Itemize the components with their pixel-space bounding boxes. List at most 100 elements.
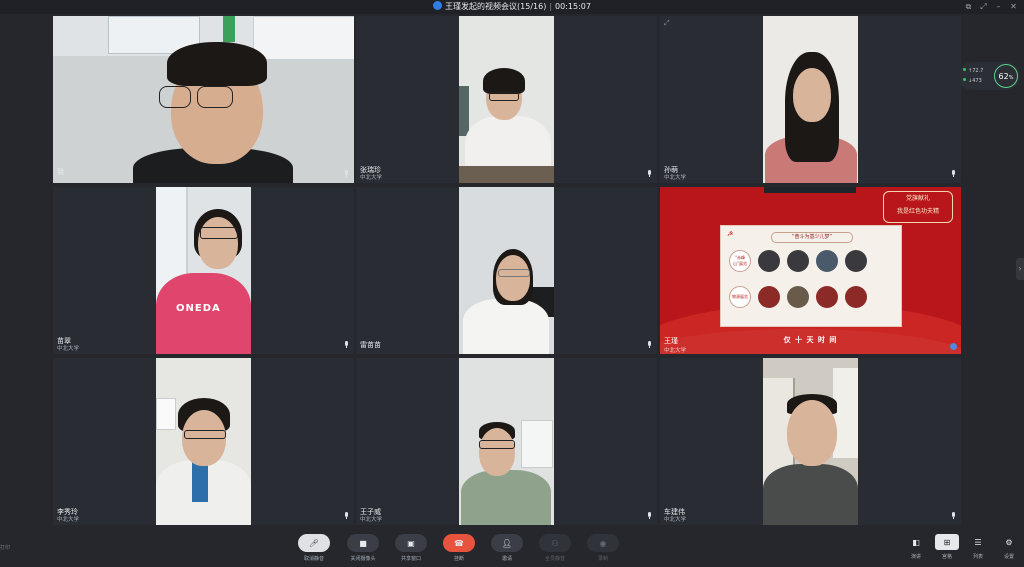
- mic-icon: [647, 512, 652, 519]
- download-speed-value: 473: [972, 78, 982, 84]
- participant-org: 中北大学: [360, 175, 383, 181]
- video-tile-self[interactable]: 我: [53, 16, 354, 183]
- window-controls: ⧉ ⤢ – ✕: [964, 2, 1018, 11]
- chevron-right-icon: ›: [1018, 264, 1022, 273]
- participant-org: 中北大学: [664, 517, 687, 523]
- unmute-label: 取消静音: [303, 556, 324, 562]
- gear-icon: ⚙: [1005, 537, 1013, 547]
- hangup-icon: ☎: [454, 538, 464, 548]
- meeting-timer: 00:15:07: [555, 2, 591, 11]
- camera-off-button[interactable]: ■ 关闭摄像头: [345, 534, 381, 562]
- speaker-view-button[interactable]: ◧ 演讲: [903, 534, 929, 561]
- share-toolbar[interactable]: [764, 187, 856, 193]
- sharing-indicator-icon: [950, 343, 957, 350]
- participant-name: 孙萌: [664, 166, 678, 174]
- party-emblem-icon: ☭: [727, 230, 734, 238]
- slide-title: “奋斗为基少儿梦”: [771, 232, 853, 243]
- video-tile-miaocui[interactable]: ONEDA 苗翠 中北大学: [53, 187, 354, 354]
- photo-thumbnail: [787, 286, 809, 308]
- banner: 党旗献礼 我是红色功夫精: [883, 191, 953, 223]
- list-view-icon: ☰: [974, 537, 982, 547]
- mic-icon: [344, 512, 349, 519]
- unmute-button[interactable]: 🎤︎ 取消静音: [296, 534, 332, 562]
- close-icon[interactable]: ✕: [1009, 2, 1018, 11]
- participant-org: 中北大学: [360, 517, 383, 523]
- download-speed: ↓473: [963, 78, 982, 84]
- slide-row-1: “赤峰山”展览: [729, 250, 867, 272]
- mic-icon: [344, 170, 349, 177]
- photo-thumbnail: [758, 250, 780, 272]
- participant-org: 中北大学: [57, 346, 80, 352]
- video-tile-wangziwei[interactable]: 王子威 中北大学: [356, 358, 657, 525]
- participant-org: 中北大学: [664, 175, 687, 181]
- participant-name: 我: [57, 168, 64, 176]
- video-feed: [459, 187, 554, 354]
- expand-icon[interactable]: ⤢: [664, 19, 670, 28]
- meeting-toolbar: 🎤︎ 取消静音 ■ 关闭摄像头 ▣ 共享窗口 ☎ 挂断 👤︎ 邀请 ⚇ 全员静音…: [0, 527, 1024, 567]
- participant-org: 中北大学: [664, 348, 687, 354]
- presentation-slide: ☭ “奋斗为基少儿梦” “赤峰山”展览 物源展览: [720, 225, 902, 327]
- mute-all-icon: ⚇: [551, 538, 559, 548]
- record-label: 录制: [597, 556, 608, 562]
- hangup-label: 挂断: [453, 556, 464, 562]
- photo-thumbnail: [845, 250, 867, 272]
- video-feed: [459, 358, 554, 525]
- participant-org: 中北大学: [57, 517, 80, 523]
- video-feed: [763, 358, 858, 525]
- video-feed: [459, 16, 554, 183]
- grid-view-button[interactable]: ⊞ 宫格: [934, 534, 960, 560]
- meeting-title-text: 王瑾发起的视频会议(15/16): [445, 2, 547, 11]
- invite-button[interactable]: 👤︎ 邀请: [489, 534, 525, 562]
- video-tile-leimiaomiao[interactable]: 雷苗苗: [356, 187, 657, 354]
- camera-icon: ■: [359, 538, 367, 548]
- mic-icon: [344, 341, 349, 348]
- minimize-icon[interactable]: –: [994, 2, 1003, 11]
- shared-screen-tile[interactable]: 党旗献礼 我是红色功夫精 ☭ “奋斗为基少儿梦” “赤峰山”展览 物源展览 仅 …: [660, 187, 961, 354]
- list-view-button[interactable]: ☰ 列表: [965, 534, 991, 561]
- video-tile-zhangruizhen[interactable]: 张瑞珍 中北大学: [356, 16, 657, 183]
- video-feed: [156, 358, 251, 525]
- mic-icon: 🎤︎: [308, 538, 320, 548]
- shield-icon: [433, 1, 443, 10]
- settings-button[interactable]: ⚙ 设置: [996, 534, 1022, 561]
- participant-name: 张瑞珍: [360, 166, 381, 174]
- photo-thumbnail: [758, 286, 780, 308]
- mute-all-button[interactable]: ⚇ 全员静音: [537, 534, 573, 562]
- record-icon: ◉: [599, 538, 607, 548]
- upload-speed: ↑72.7: [963, 68, 983, 74]
- side-panel-toggle[interactable]: ›: [1016, 258, 1024, 280]
- slide-row-2: 物源展览: [729, 286, 867, 308]
- mic-icon: [647, 341, 652, 348]
- speaker-view-label: 演讲: [910, 554, 921, 560]
- network-status[interactable]: ↑72.7 ↓473 62%: [958, 62, 1020, 90]
- network-quality-unit: %: [1008, 75, 1014, 81]
- participant-name: 雷苗苗: [360, 341, 381, 349]
- video-tile-sunmeng[interactable]: ⤢ 孙萌 中北大学: [660, 16, 961, 183]
- upload-arrow-icon: [963, 68, 966, 71]
- share-window-button[interactable]: ▣ 共享窗口: [393, 534, 429, 562]
- download-arrow-icon: [963, 78, 966, 81]
- mic-icon: [951, 170, 956, 177]
- share-window-label: 共享窗口: [400, 556, 421, 562]
- photo-thumbnail: [845, 286, 867, 308]
- banner-line-2: 我是红色功夫精: [896, 208, 939, 215]
- video-caption: 仅 十 天 时 间: [783, 336, 838, 344]
- participant-name: 王瑾: [664, 337, 678, 345]
- photo-thumbnail: [787, 250, 809, 272]
- hangup-button[interactable]: ☎ 挂断: [441, 534, 477, 562]
- video-tile-chejianwei[interactable]: 车建伟 中北大学: [660, 358, 961, 525]
- pin-icon[interactable]: ⧉: [964, 2, 973, 11]
- settings-label: 设置: [1003, 554, 1014, 560]
- fullscreen-icon[interactable]: ⤢: [979, 2, 988, 11]
- title-bar: 王瑾发起的视频会议(15/16) | 00:15:07 ⧉ ⤢ – ✕: [0, 0, 1024, 14]
- mute-all-label: 全员静音: [544, 556, 565, 562]
- photo-thumbnail: [816, 250, 838, 272]
- banner-line-1: 党旗献礼: [905, 195, 930, 202]
- video-tile-lixiuling[interactable]: 李秀玲 中北大学: [53, 358, 354, 525]
- video-feed: ONEDA: [156, 187, 251, 354]
- invite-label: 邀请: [501, 556, 512, 562]
- video-feed: [763, 16, 858, 183]
- record-button[interactable]: ◉ 录制: [585, 534, 621, 562]
- share-screen-icon: ▣: [407, 538, 415, 548]
- left-edge-label: 打印: [0, 545, 11, 551]
